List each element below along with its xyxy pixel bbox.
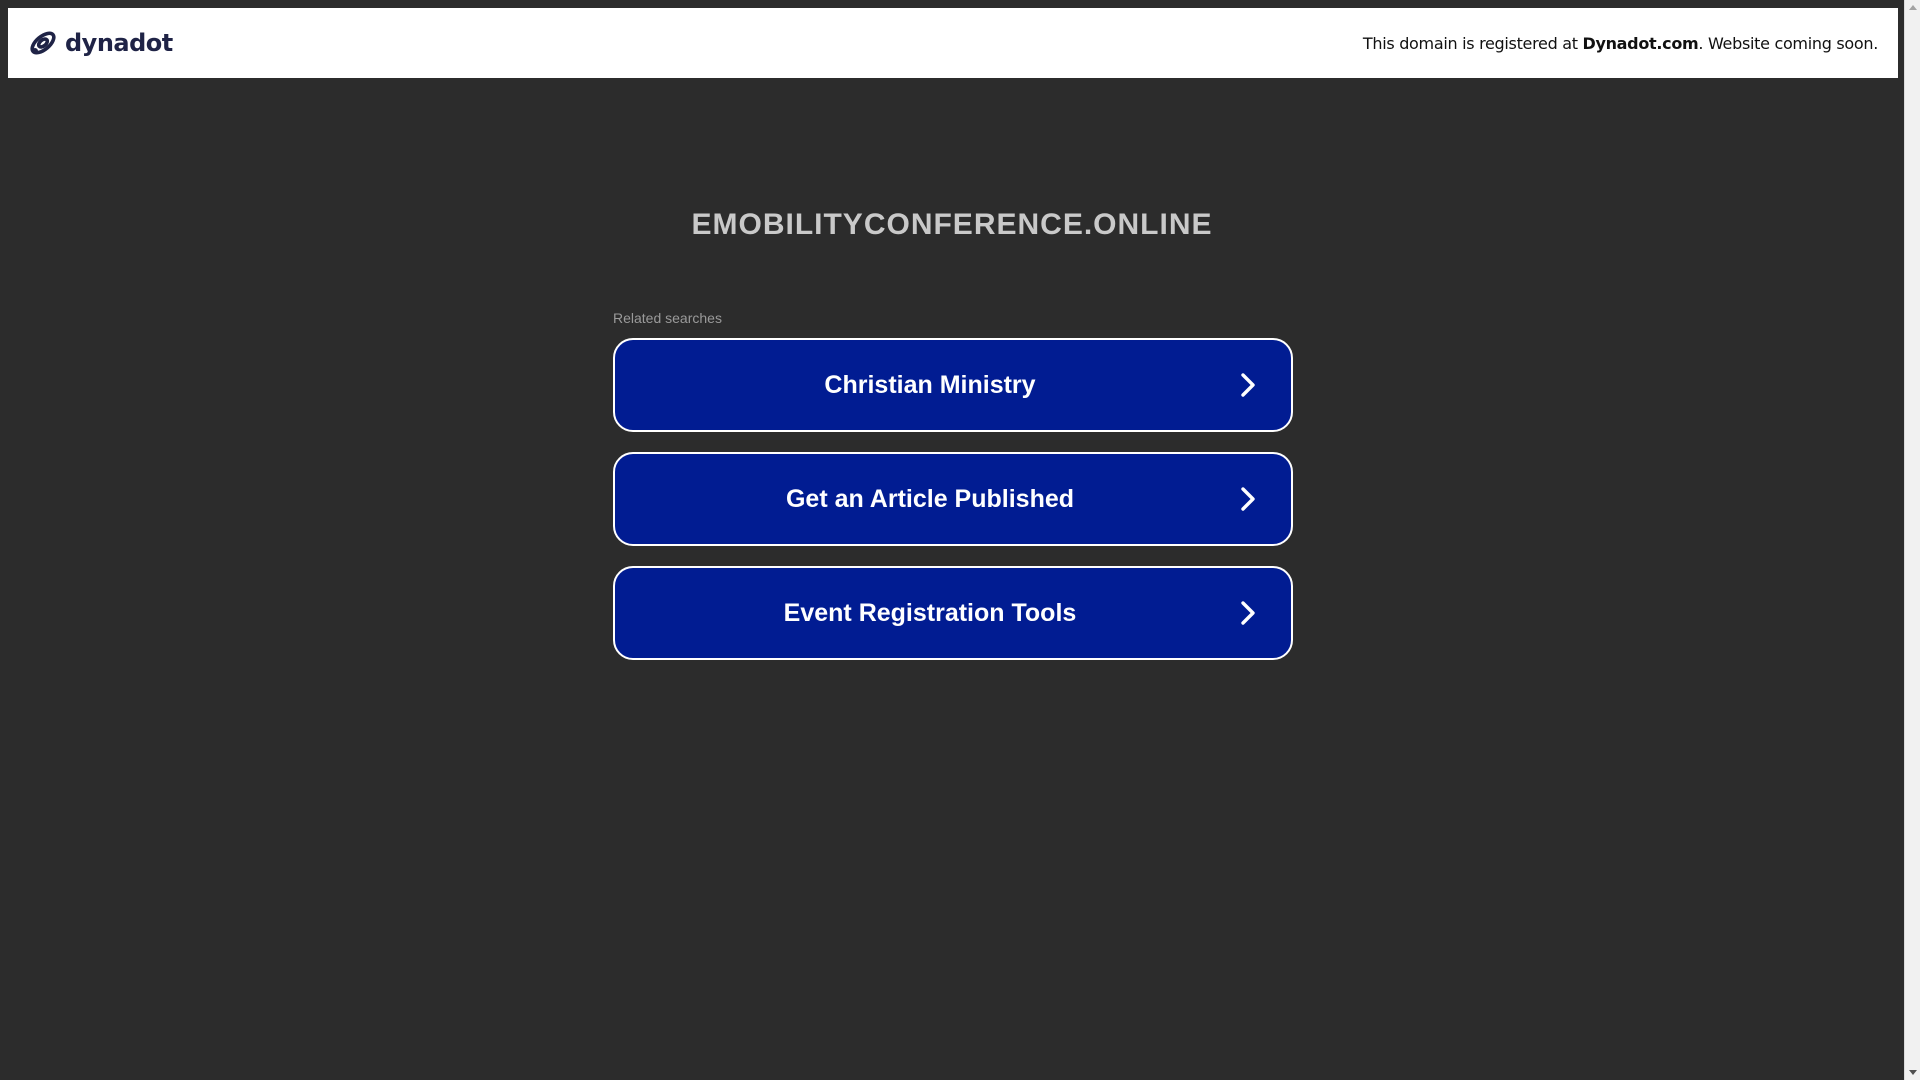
related-search-label: Christian Ministry — [824, 371, 1036, 399]
logo-text: dynadot — [65, 29, 173, 57]
notice-suffix: . Website coming soon. — [1698, 33, 1878, 53]
related-search-link[interactable]: Event Registration Tools — [613, 566, 1293, 660]
chevron-right-icon — [1241, 487, 1255, 511]
top-bar: dynadot This domain is registered at Dyn… — [8, 8, 1898, 78]
scroll-down-icon[interactable] — [1909, 1070, 1917, 1075]
dynadot-logo[interactable]: dynadot — [27, 27, 173, 59]
chevron-right-icon — [1241, 373, 1255, 397]
related-search-label: Event Registration Tools — [783, 599, 1077, 627]
related-searches-label: Related searches — [613, 310, 722, 326]
chevron-right-icon — [1241, 601, 1255, 625]
vertical-scrollbar[interactable] — [1904, 0, 1920, 1080]
page-viewport: dynadot This domain is registered at Dyn… — [0, 0, 1904, 1080]
related-search-link[interactable]: Get an Article Published — [613, 452, 1293, 546]
domain-title: EMOBILITYCONFERENCE.ONLINE — [691, 208, 1213, 241]
notice-prefix: This domain is registered at — [1362, 33, 1583, 53]
registration-notice: This domain is registered at Dynadot.com… — [1363, 34, 1878, 53]
related-search-link[interactable]: Christian Ministry — [613, 338, 1293, 432]
scroll-up-icon[interactable] — [1909, 5, 1917, 10]
dynadot-logo-icon — [30, 31, 56, 55]
related-searches: Related searches Christian Ministry Get … — [613, 310, 1293, 680]
notice-brand[interactable]: Dynadot.com — [1582, 34, 1698, 53]
related-search-label: Get an Article Published — [785, 485, 1075, 513]
